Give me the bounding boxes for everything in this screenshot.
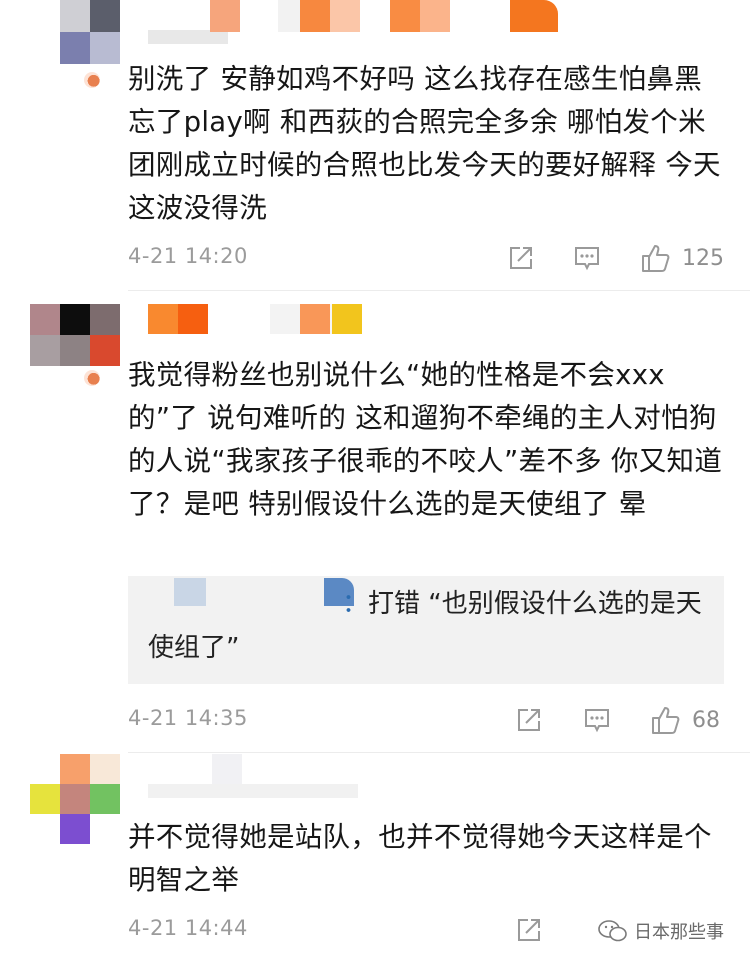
comment-button[interactable] [572,240,602,276]
comment-actions: 4-21 14:35 68 [128,702,728,738]
thumbs-up-icon [642,245,670,272]
reply-box[interactable]: ：打错 “也别假设什么选的是天使组了” [128,576,724,684]
watermark: 日本那些事 [598,918,724,944]
thumbs-up-icon [652,707,680,734]
comment-icon [575,247,599,271]
username[interactable] [128,0,588,46]
share-button[interactable] [514,912,544,948]
share-icon [518,919,540,941]
divider [128,752,750,753]
reply-name-suffix: ： [342,589,369,619]
like-button[interactable]: 125 [640,240,724,276]
divider [128,290,750,291]
vip-badge-icon [84,72,100,88]
reply-text: ：打错 “也别假设什么选的是天使组了” [148,582,708,670]
comment-text: 别洗了 安静如鸡不好吗 这么找存在感生怕鼻黑忘了play啊 和西荻的合照完全多余… [128,63,721,224]
share-icon [518,709,540,731]
comment-button[interactable] [582,702,612,738]
comment-time: 4-21 14:44 [128,916,248,940]
reply-content: 打错 “也别假设什么选的是天使组了” [148,589,702,663]
share-icon [510,247,532,269]
comment-text: 我觉得粉丝也别说什么“她的性格是不会xxx的”了 说句难听的 这和遛狗不牵绳的主… [128,359,723,520]
comment-time: 4-21 14:20 [128,244,248,268]
share-button[interactable] [514,702,544,738]
wechat-icon [598,920,627,942]
avatar[interactable] [30,0,120,64]
comment-text: 并不觉得她是站队，也并不觉得她今天这样是个明智之举 [128,821,712,896]
username[interactable] [128,304,428,338]
watermark-text: 日本那些事 [634,922,724,943]
comment-time: 4-21 14:35 [128,706,248,730]
avatar[interactable] [30,304,120,366]
comment-icon [585,709,609,733]
comment-actions: 4-21 14:20 125 [128,240,728,276]
vip-badge-icon [84,370,100,386]
username[interactable] [128,754,358,798]
share-button[interactable] [506,240,536,276]
like-count: 125 [682,245,724,271]
like-button[interactable]: 68 [650,702,720,738]
avatar[interactable] [30,754,120,844]
like-count: 68 [692,707,720,733]
